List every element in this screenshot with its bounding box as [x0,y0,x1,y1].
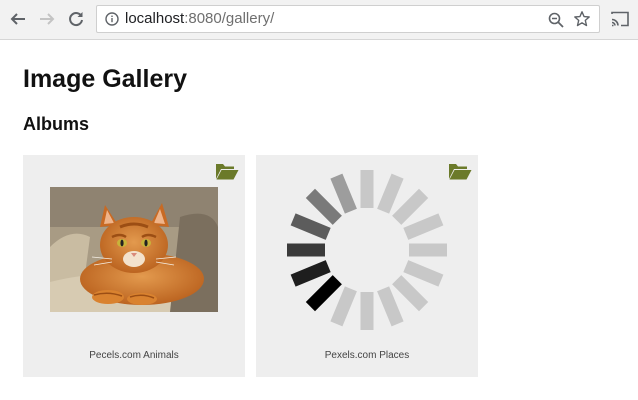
forward-button[interactable] [36,8,58,30]
url-host: localhost [125,10,185,27]
page-title: Image Gallery [23,65,187,93]
page-content: Image Gallery Albums Pecels.com Animals … [0,40,638,400]
spinner-spoke [403,260,444,287]
loading-spinner [287,170,447,330]
album-caption: Pexels.com Places [324,350,410,361]
reload-button[interactable] [65,8,87,30]
back-button[interactable] [7,8,29,30]
url-text[interactable]: localhost:8080/gallery/ [125,10,274,28]
spinner-spoke [305,275,342,312]
folder-open-icon[interactable] [215,161,239,181]
cat-photo[interactable] [50,187,218,312]
album-card-animals[interactable]: Pecels.com Animals [23,155,245,377]
star-icon[interactable] [573,10,591,28]
info-icon[interactable] [105,12,119,26]
back-icon [10,13,25,25]
address-bar[interactable]: localhost:8080/gallery/ [96,5,600,33]
album-caption: Pecels.com Animals [89,350,179,361]
spinner-spoke [403,213,444,240]
cast-icon[interactable] [610,9,630,29]
spinner-spoke [305,188,342,225]
spinner-spoke [330,286,357,327]
albums-heading: Albums [23,114,90,134]
zoom-icon[interactable] [547,11,565,29]
spinner-spoke [392,188,429,225]
spinner-spoke [290,213,331,240]
spinner-spoke [377,286,404,327]
spinner-spoke [392,275,429,312]
reload-icon [69,12,83,27]
spinner-spoke [290,260,331,287]
spinner-spoke [330,173,357,214]
album-card-places[interactable]: Pexels.com Places [256,155,478,377]
url-path: :8080/gallery/ [184,10,275,27]
spinner-spoke [377,173,404,214]
forward-icon [40,13,55,25]
browser-toolbar: localhost:8080/gallery/ [0,0,638,40]
